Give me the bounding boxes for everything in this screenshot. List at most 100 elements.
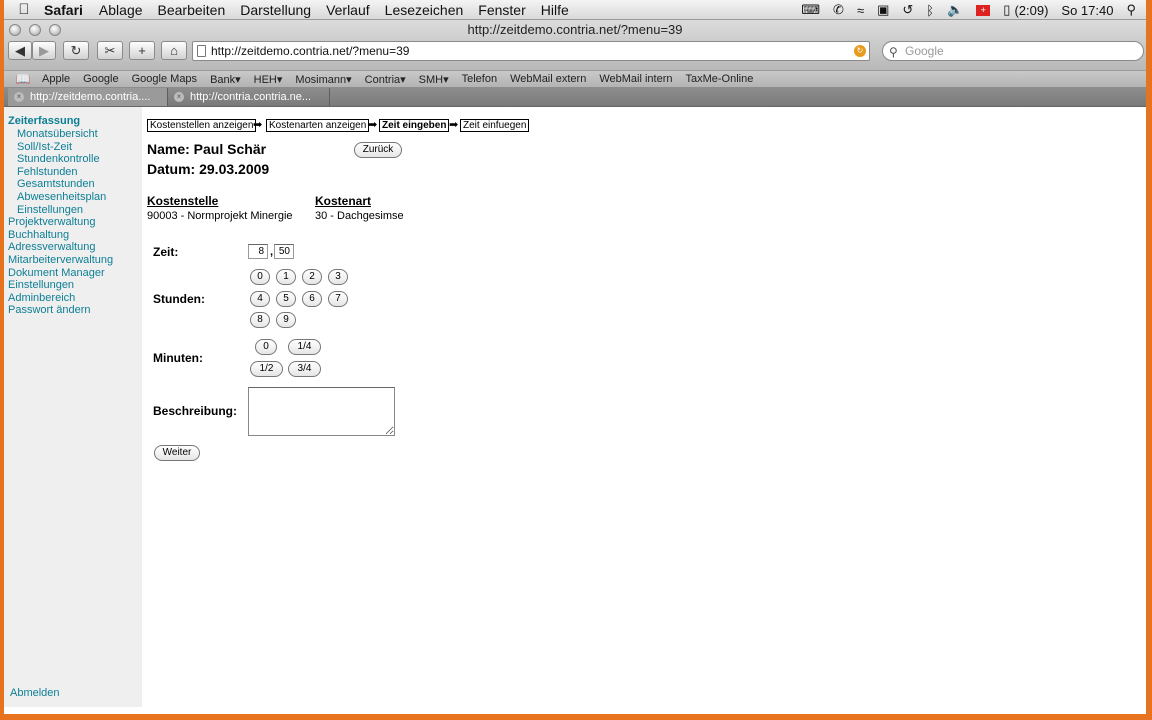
sidebar-item-stundenkontrolle[interactable]: Stundenkontrolle: [4, 153, 142, 166]
hour-button-0[interactable]: 0: [250, 269, 270, 285]
next-button[interactable]: Weiter: [154, 445, 200, 461]
sidebar-item-adminbereich[interactable]: Adminbereich: [4, 292, 142, 305]
reload-button[interactable]: ↻: [63, 41, 89, 60]
volume-icon[interactable]: 🔈: [947, 2, 963, 18]
hour-button-7[interactable]: 7: [328, 291, 348, 307]
breadcrumb-arrow-icon: ➡: [449, 119, 459, 131]
window-title: http://zeitdemo.contria.net/?menu=39: [467, 22, 683, 37]
home-button[interactable]: ⌂: [161, 41, 187, 60]
breadcrumb-arrow-icon: ➡: [253, 119, 263, 131]
sidebar-item-passwort-aendern[interactable]: Passwort ändern: [4, 304, 142, 317]
bookmark-google[interactable]: Google: [83, 73, 118, 85]
close-tab-icon[interactable]: ×: [174, 92, 184, 102]
bookmark-google-maps[interactable]: Google Maps: [132, 73, 197, 85]
search-placeholder: Google: [905, 44, 944, 58]
hour-button-1[interactable]: 1: [276, 269, 296, 285]
breadcrumb-zeit-einfuegen[interactable]: Zeit einfuegen: [460, 119, 530, 132]
description-textarea[interactable]: [248, 387, 395, 436]
bookmark-telefon[interactable]: Telefon: [462, 73, 497, 85]
time-machine-icon[interactable]: ↺: [902, 2, 913, 18]
sidebar-item-dokument-manager[interactable]: Dokument Manager: [4, 267, 142, 280]
sidebar-item-buchhaltung[interactable]: Buchhaltung: [4, 229, 142, 242]
hour-button-2[interactable]: 2: [302, 269, 322, 285]
plus-icon: +: [138, 43, 146, 58]
close-tab-icon[interactable]: ×: [14, 92, 24, 102]
hour-button-5[interactable]: 5: [276, 291, 296, 307]
back-arrow-icon: ◀: [15, 43, 25, 58]
sidebar-item-mitarbeiterverwaltung[interactable]: Mitarbeiterverwaltung: [4, 254, 142, 267]
battery-icon[interactable]: ▯: [1003, 2, 1010, 18]
bookmark-taxme-online[interactable]: TaxMe-Online: [686, 73, 754, 85]
menu-ablage[interactable]: Ablage: [99, 2, 143, 18]
spotlight-icon[interactable]: ⚲: [1126, 2, 1136, 18]
bookmarks-book-icon[interactable]: 📖: [4, 72, 42, 86]
bookmark-bank[interactable]: Bank▾: [210, 73, 241, 86]
sidebar-item-soll-ist-zeit[interactable]: Soll/Ist-Zeit: [4, 141, 142, 154]
stunden-label: Stunden:: [153, 292, 205, 306]
hours-input[interactable]: 8: [248, 244, 268, 259]
minute-button-0[interactable]: 0: [255, 339, 277, 355]
minute-button-quarter[interactable]: 1/4: [288, 339, 321, 355]
breadcrumb-zeit-eingeben: Zeit eingeben: [379, 119, 450, 132]
minute-button-half[interactable]: 1/2: [250, 361, 283, 377]
sidebar-item-einstellungen[interactable]: Einstellungen: [4, 279, 142, 292]
sidebar-item-fehlstunden[interactable]: Fehlstunden: [4, 166, 142, 179]
logout-link[interactable]: Abmelden: [10, 687, 60, 700]
bookmark-mosimann[interactable]: Mosimann▾: [295, 73, 351, 86]
bookmark-smh[interactable]: SMH▾: [419, 73, 449, 86]
snippet-button[interactable]: ✂: [97, 41, 123, 60]
rss-icon[interactable]: ↻: [854, 45, 866, 57]
bookmark-contria[interactable]: Contria▾: [365, 73, 406, 86]
display-icon[interactable]: ▣: [877, 2, 889, 18]
menu-bar:  Safari Ablage Bearbeiten Darstellung V…: [4, 0, 1146, 20]
bookmark-heh[interactable]: HEH▾: [254, 73, 283, 86]
forward-button[interactable]: ▶: [32, 41, 56, 60]
flag-icon[interactable]: +: [976, 4, 991, 16]
menu-darstellung[interactable]: Darstellung: [240, 2, 311, 18]
sidebar-item-gesamtstunden[interactable]: Gesamtstunden: [4, 178, 142, 191]
sidebar-item-projektverwaltung[interactable]: Projektverwaltung: [4, 216, 142, 229]
hour-button-3[interactable]: 3: [328, 269, 348, 285]
sidebar-heading-zeiterfassung[interactable]: Zeiterfassung: [8, 115, 142, 128]
sidebar-item-monatsuebersicht[interactable]: Monatsübersicht: [4, 128, 142, 141]
hour-button-8[interactable]: 8: [250, 312, 270, 328]
hour-button-4[interactable]: 4: [250, 291, 270, 307]
breadcrumb-kostenstellen[interactable]: Kostenstellen anzeigen: [147, 119, 257, 132]
menu-lesezeichen[interactable]: Lesezeichen: [385, 2, 464, 18]
menu-fenster[interactable]: Fenster: [478, 2, 525, 18]
sidebar-item-einstellungen-zeit[interactable]: Einstellungen: [4, 204, 142, 217]
kostenart-label: Kostenart: [315, 194, 372, 208]
clock[interactable]: So 17:40: [1061, 3, 1113, 18]
bookmark-webmail-intern[interactable]: WebMail intern: [599, 73, 672, 85]
kostenstelle-label: Kostenstelle: [147, 194, 219, 208]
add-bookmark-button[interactable]: +: [129, 41, 155, 60]
sidebar-item-abwesenheitsplan[interactable]: Abwesenheitsplan: [4, 191, 142, 204]
menu-app-safari[interactable]: Safari: [44, 2, 83, 18]
back-button[interactable]: ◀: [8, 41, 32, 60]
bluetooth-icon[interactable]: ᛒ: [926, 3, 934, 18]
menu-bearbeiten[interactable]: Bearbeiten: [158, 2, 226, 18]
bookmark-webmail-extern[interactable]: WebMail extern: [510, 73, 586, 85]
breadcrumb-kostenarten[interactable]: Kostenarten anzeigen: [266, 119, 370, 132]
kostenstelle-value: 90003 - Normprojekt Minergie: [147, 210, 293, 222]
tab-contria[interactable]: × http://contria.contria.ne...: [168, 88, 330, 106]
minutes-input[interactable]: 50: [274, 244, 294, 259]
address-bar[interactable]: http://zeitdemo.contria.net/?menu=39 ↻: [192, 41, 870, 61]
hour-button-6[interactable]: 6: [302, 291, 322, 307]
time-separator: ,: [270, 246, 274, 258]
apple-menu-icon[interactable]: : [4, 1, 44, 18]
home-icon: ⌂: [170, 43, 178, 58]
back-to-list-button[interactable]: Zurück: [354, 142, 402, 158]
minute-button-three-quarter[interactable]: 3/4: [288, 361, 321, 377]
wifi-icon[interactable]: ≈: [857, 3, 864, 18]
page-icon: [197, 45, 206, 57]
phone-icon[interactable]: ✆: [833, 2, 844, 18]
menu-verlauf[interactable]: Verlauf: [326, 2, 370, 18]
sidebar-item-adressverwaltung[interactable]: Adressverwaltung: [4, 241, 142, 254]
menu-hilfe[interactable]: Hilfe: [541, 2, 569, 18]
bookmark-apple[interactable]: Apple: [42, 73, 70, 85]
bookmarks-bar: 📖 Apple Google Google Maps Bank▾ HEH▾ Mo…: [4, 70, 1146, 88]
tab-zeitdemo[interactable]: × http://zeitdemo.contria....: [8, 88, 168, 106]
keyboard-icon[interactable]: ⌨: [801, 2, 820, 18]
search-field[interactable]: ⚲ Google: [882, 41, 1144, 61]
